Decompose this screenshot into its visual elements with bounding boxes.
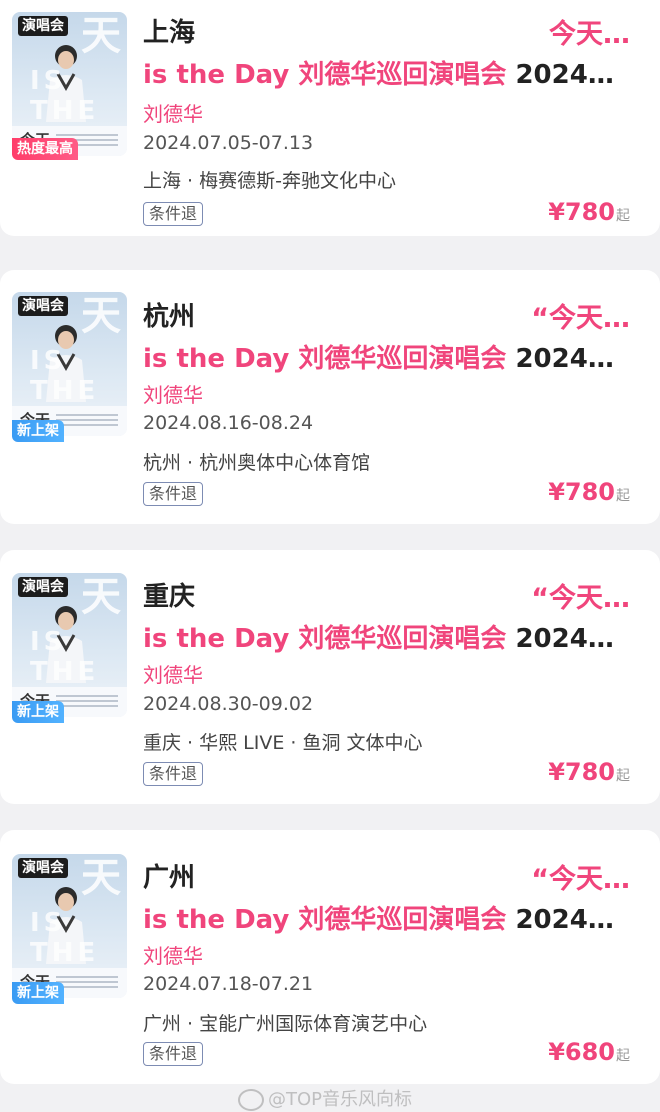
event-price: ¥780起 <box>548 478 630 506</box>
price-amount: ¥780 <box>548 758 615 786</box>
event-title-main: is the Day 刘德华巡回演唱会 <box>143 624 516 654</box>
price-suffix: 起 <box>616 488 630 504</box>
poster-category-tag: 演唱会 <box>18 296 68 316</box>
price-amount: ¥780 <box>548 478 615 506</box>
poster-subtitle-text: IS THE <box>30 66 100 126</box>
hot-ribbon-badge: 热度最高 <box>12 138 78 160</box>
event-title[interactable]: is the Day 刘德华巡回演唱会 2024… <box>143 618 630 655</box>
event-title-main: is the Day 刘德华巡回演唱会 <box>143 60 516 90</box>
event-title[interactable]: is the Day 刘德华巡回演唱会 2024… <box>143 899 630 936</box>
price-suffix: 起 <box>616 768 630 784</box>
refund-policy-tag: 条件退 <box>143 1042 204 1066</box>
event-quote-title: 今天… <box>549 19 630 50</box>
poster-fineprint <box>56 695 118 709</box>
event-card[interactable]: 演唱会 天 IS THE 今天 杭州 “今天… is the Day 刘德华巡回… <box>0 270 660 524</box>
event-title-tail: 2024… <box>515 624 614 654</box>
event-artist: 刘德华 <box>143 663 203 687</box>
poster-subtitle-text: IS THE <box>30 908 100 968</box>
event-title[interactable]: is the Day 刘德华巡回演唱会 2024… <box>143 54 630 91</box>
event-price: ¥780起 <box>548 758 630 786</box>
event-price: ¥780起 <box>548 198 630 226</box>
event-card[interactable]: 演唱会 天 IS THE 今天 上海 今天… is the Day 刘德华巡回演… <box>0 0 660 236</box>
event-poster[interactable]: 演唱会 天 IS THE 今天 <box>12 292 127 436</box>
watermark: @TOP音乐风向标 <box>238 1085 412 1111</box>
event-venue: 上海 · 梅赛德斯-奔驰文化中心 <box>143 170 396 192</box>
event-dates: 2024.07.05-07.13 <box>143 132 314 154</box>
event-city: 重庆 <box>143 582 196 612</box>
event-title[interactable]: is the Day 刘德华巡回演唱会 2024… <box>143 338 630 375</box>
event-artist: 刘德华 <box>143 944 203 968</box>
event-venue: 广州 · 宝能广州国际体育演艺中心 <box>143 1013 428 1035</box>
price-suffix: 起 <box>616 1048 630 1064</box>
event-dates: 2024.08.30-09.02 <box>143 693 314 715</box>
event-venue: 重庆 · 华熙 LIVE · 鱼洞 文体中心 <box>143 732 423 754</box>
price-amount: ¥680 <box>548 1038 615 1066</box>
event-artist: 刘德华 <box>143 102 203 126</box>
refund-policy-tag: 条件退 <box>143 482 204 506</box>
event-quote-title: “今天… <box>531 303 630 334</box>
poster-category-tag: 演唱会 <box>18 577 68 597</box>
event-poster[interactable]: 演唱会 天 IS THE 今天 <box>12 854 127 998</box>
event-price: ¥680起 <box>548 1038 630 1066</box>
event-city: 广州 <box>143 863 196 893</box>
refund-policy-tag: 条件退 <box>143 762 204 786</box>
poster-subtitle-text: IS THE <box>30 627 100 687</box>
new-ribbon-badge: 新上架 <box>12 982 64 1004</box>
poster-category-tag: 演唱会 <box>18 858 68 878</box>
poster-fineprint <box>56 414 118 428</box>
poster-subtitle-text: IS THE <box>30 346 100 406</box>
event-city: 杭州 <box>143 302 196 332</box>
event-dates: 2024.08.16-08.24 <box>143 412 314 434</box>
price-suffix: 起 <box>616 208 630 224</box>
price-amount: ¥780 <box>548 198 615 226</box>
event-dates: 2024.07.18-07.21 <box>143 973 314 995</box>
event-poster[interactable]: 演唱会 天 IS THE 今天 <box>12 573 127 717</box>
event-poster[interactable]: 演唱会 天 IS THE 今天 <box>12 12 127 156</box>
event-artist: 刘德华 <box>143 383 203 407</box>
event-title-tail: 2024… <box>515 60 614 90</box>
event-title-tail: 2024… <box>515 905 614 935</box>
event-title-tail: 2024… <box>515 344 614 374</box>
poster-category-tag: 演唱会 <box>18 16 68 36</box>
new-ribbon-badge: 新上架 <box>12 701 64 723</box>
event-title-main: is the Day 刘德华巡回演唱会 <box>143 344 516 374</box>
event-quote-title: “今天… <box>531 864 630 895</box>
watermark-text: @TOP音乐风向标 <box>268 1089 413 1110</box>
event-title-main: is the Day 刘德华巡回演唱会 <box>143 905 516 935</box>
event-card[interactable]: 演唱会 天 IS THE 今天 广州 “今天… is the Day 刘德华巡回… <box>0 830 660 1084</box>
event-venue: 杭州 · 杭州奥体中心体育馆 <box>143 452 371 474</box>
weibo-icon <box>238 1089 264 1111</box>
refund-policy-tag: 条件退 <box>143 202 204 226</box>
poster-fineprint <box>56 976 118 990</box>
new-ribbon-badge: 新上架 <box>12 420 64 442</box>
event-quote-title: “今天… <box>531 583 630 614</box>
event-card[interactable]: 演唱会 天 IS THE 今天 重庆 “今天… is the Day 刘德华巡回… <box>0 550 660 804</box>
event-city: 上海 <box>143 18 196 48</box>
